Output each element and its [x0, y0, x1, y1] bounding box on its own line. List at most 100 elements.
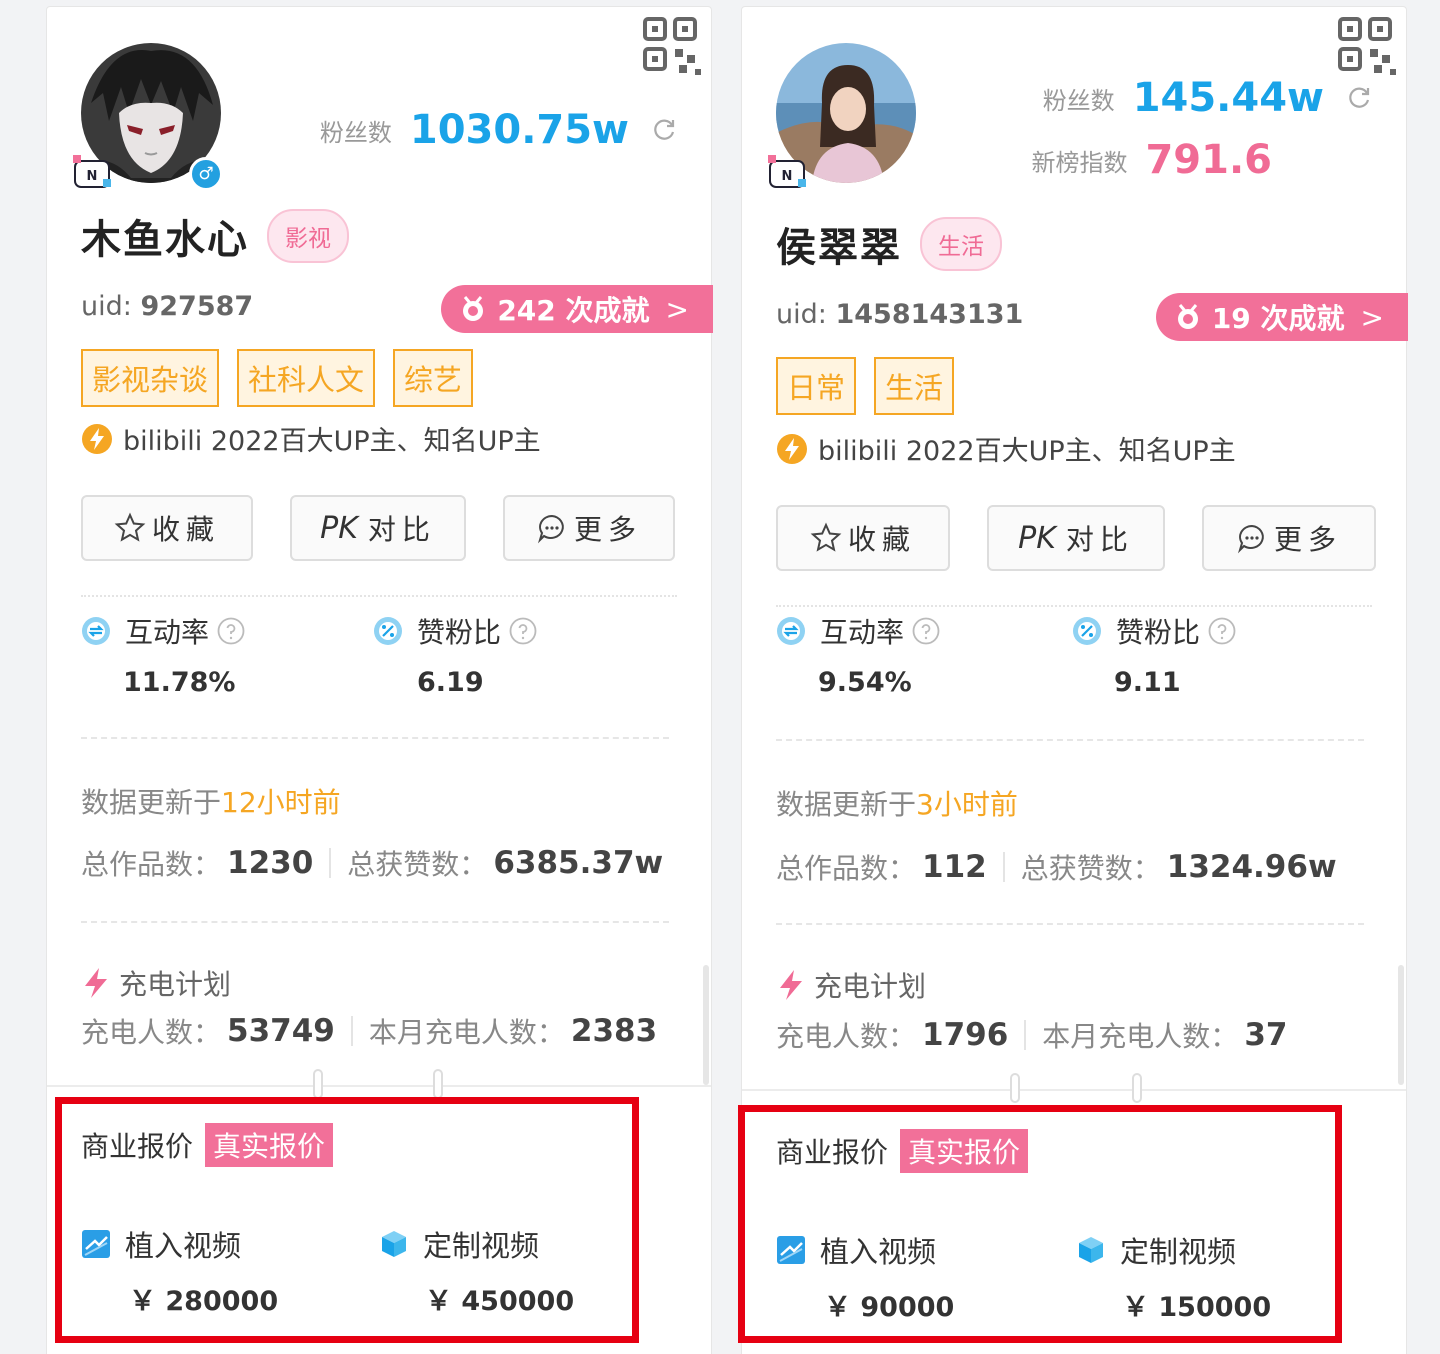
- index-value: 791.6: [1145, 137, 1272, 183]
- interaction-icon: [777, 617, 805, 645]
- certification: bilibili 2022百大UP主、知名UP主: [81, 419, 541, 458]
- uid-label: uid:: [81, 291, 132, 322]
- fans-label: 粉丝数: [1042, 86, 1115, 115]
- certification-text: bilibili 2022百大UP主、知名UP主: [123, 426, 541, 457]
- interaction-icon: [82, 617, 110, 645]
- tag[interactable]: 日常: [776, 357, 857, 415]
- category-badge: 影视: [267, 209, 349, 263]
- works-label: 总作品数：: [81, 848, 222, 881]
- divider: [776, 923, 1364, 925]
- chargers-value: 1796: [922, 1017, 1009, 1053]
- month-chargers-label: 本月充电人数：: [1042, 1020, 1239, 1053]
- creator-card-1: ♂ N 粉丝数 1030.75w 木鱼水心 影视 uid: 927587 242…: [46, 6, 713, 1354]
- works-value: 1230: [227, 845, 314, 881]
- panel-divider: [742, 1089, 1406, 1091]
- fans-row: 粉丝数 145.44w: [1043, 75, 1372, 121]
- interaction-rate-label: 互动率: [820, 616, 905, 649]
- uid: uid: 927587: [81, 291, 253, 322]
- update-time: 数据更新于12小时前: [81, 781, 341, 821]
- tag[interactable]: 生活: [874, 357, 955, 415]
- charge-stats-row: 充电人数： 1796 本月充电人数： 37: [776, 1015, 1287, 1055]
- favorite-button[interactable]: 收藏: [776, 505, 950, 571]
- scrollbar[interactable]: [703, 965, 709, 1085]
- works-likes-row: 总作品数： 112 总获赞数： 1324.96w: [776, 847, 1337, 887]
- creator-card-2: N 粉丝数 145.44w 新榜指数 791.6 侯翠翠 生活 uid: 145…: [738, 6, 1408, 1354]
- name-row: 侯翠翠 生活: [776, 215, 1002, 273]
- uid-value: 1458143131: [835, 299, 1024, 330]
- compare-button[interactable]: PK 对比: [290, 495, 466, 561]
- help-icon[interactable]: [509, 617, 537, 645]
- tag-list: 日常 生活: [776, 357, 955, 415]
- fans-label: 粉丝数: [319, 118, 392, 147]
- likes-value: 6385.37w: [493, 845, 664, 881]
- lightning-badge-icon: [82, 423, 112, 454]
- divider: [776, 739, 1364, 741]
- separator: [1002, 852, 1005, 882]
- chargers-value: 53749: [227, 1013, 335, 1049]
- drag-handle[interactable]: [313, 1069, 323, 1099]
- divider: [81, 921, 669, 923]
- more-button[interactable]: 更多: [1202, 505, 1376, 571]
- certification: bilibili 2022百大UP主、知名UP主: [776, 429, 1236, 468]
- pk-icon: PK: [1018, 520, 1056, 556]
- separator: [350, 1016, 353, 1046]
- like-fan-ratio-value: 9.11: [1114, 667, 1181, 698]
- works-value: 112: [922, 849, 987, 885]
- interaction-rate-value: 11.78%: [123, 667, 236, 698]
- tag[interactable]: 社科人文: [237, 349, 376, 407]
- more-button[interactable]: 更多: [503, 495, 675, 561]
- achievements-button[interactable]: 19 次成就 >: [1155, 293, 1408, 341]
- lightning-icon: [780, 970, 802, 1000]
- svg-text:N: N: [782, 169, 793, 184]
- scrollbar[interactable]: [1398, 965, 1404, 1085]
- help-icon[interactable]: [217, 617, 245, 645]
- uid-label: uid:: [776, 299, 827, 330]
- medal-icon: [463, 296, 484, 321]
- separator: [1024, 1020, 1027, 1050]
- index-label: 新榜指数: [1031, 148, 1128, 177]
- compare-button[interactable]: PK 对比: [987, 505, 1165, 571]
- likes-value: 1324.96w: [1166, 849, 1337, 885]
- like-fan-ratio-label-row: 赞粉比: [1072, 611, 1236, 651]
- tv-badge-icon: N: [73, 155, 111, 188]
- highlight-box: [738, 1105, 1342, 1343]
- qr-code-icon[interactable]: [641, 15, 703, 77]
- update-prefix: 数据更新于: [81, 786, 222, 819]
- charge-stats-row: 充电人数： 53749 本月充电人数： 2383: [81, 1011, 657, 1051]
- help-icon[interactable]: [912, 617, 940, 645]
- like-fan-ratio-label-row: 赞粉比: [373, 611, 537, 651]
- drag-handle[interactable]: [1132, 1073, 1142, 1103]
- chargers-label: 充电人数：: [81, 1016, 222, 1049]
- category-badge: 生活: [920, 217, 1002, 271]
- index-row: 新榜指数 791.6: [1031, 137, 1272, 183]
- svg-text:N: N: [87, 169, 98, 184]
- tv-badge-icon: N: [768, 155, 806, 188]
- like-fan-ratio-icon: [1073, 617, 1101, 645]
- refresh-icon[interactable]: [1346, 85, 1372, 111]
- like-fan-ratio-label: 赞粉比: [417, 616, 502, 649]
- favorite-button[interactable]: 收藏: [81, 495, 253, 561]
- lightning-badge-icon: [777, 433, 807, 464]
- uid: uid: 1458143131: [776, 299, 1023, 330]
- fans-count: 1030.75w: [409, 107, 629, 153]
- drag-handle[interactable]: [433, 1069, 443, 1099]
- achievements-button[interactable]: 242 次成就 >: [441, 285, 713, 333]
- drag-handle[interactable]: [1010, 1073, 1020, 1103]
- like-fan-ratio-label: 赞粉比: [1116, 616, 1201, 649]
- chevron-right-icon: >: [1360, 300, 1384, 334]
- divider: [776, 605, 1372, 607]
- update-time-value: 3小时前: [916, 788, 1018, 821]
- tag[interactable]: 影视杂谈: [81, 349, 220, 407]
- help-icon[interactable]: [1208, 617, 1236, 645]
- refresh-icon[interactable]: [651, 117, 677, 143]
- tag[interactable]: 综艺: [393, 349, 474, 407]
- qr-code-icon[interactable]: [1336, 15, 1398, 77]
- month-chargers-label: 本月充电人数：: [368, 1016, 565, 1049]
- name-row: 木鱼水心 影视: [81, 207, 349, 265]
- charge-plan-title: 充电计划: [776, 965, 926, 1005]
- panel-divider: [47, 1085, 711, 1087]
- separator: [329, 848, 332, 878]
- chat-bubble-icon: [1237, 524, 1264, 554]
- works-label: 总作品数：: [776, 852, 917, 885]
- divider: [81, 595, 677, 597]
